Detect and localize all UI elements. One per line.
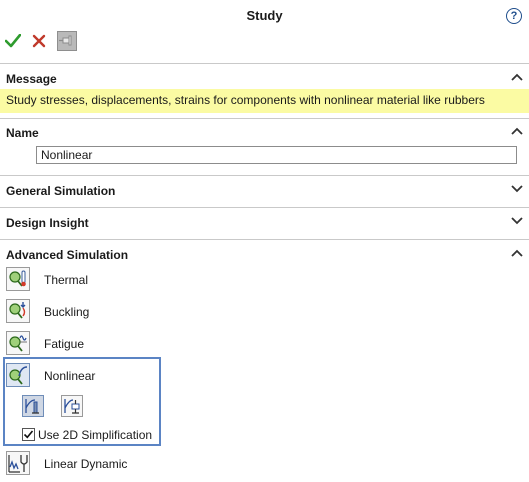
linear-dynamic-study-icon bbox=[8, 455, 28, 473]
help-icon[interactable]: ? bbox=[506, 8, 522, 24]
fatigue-study-label[interactable]: Fatigue bbox=[44, 337, 84, 351]
chevron-up-icon[interactable] bbox=[510, 71, 524, 83]
separator bbox=[0, 175, 529, 176]
thermal-study-icon bbox=[9, 270, 26, 287]
use-2d-simplification-checkbox[interactable] bbox=[22, 428, 35, 441]
pushpin-button[interactable] bbox=[57, 31, 77, 51]
nonlinear-study-button[interactable] bbox=[6, 363, 30, 387]
chevron-down-icon[interactable] bbox=[510, 215, 524, 227]
panel-title: Study bbox=[246, 8, 283, 23]
buckling-study-icon bbox=[9, 302, 26, 319]
separator bbox=[0, 118, 529, 119]
thermal-study-label[interactable]: Thermal bbox=[44, 273, 88, 287]
thermal-study-button[interactable] bbox=[6, 267, 30, 291]
general-simulation-section-title[interactable]: General Simulation bbox=[6, 184, 115, 198]
study-name-input[interactable] bbox=[36, 146, 517, 164]
message-text: Study stresses, displacements, strains f… bbox=[6, 93, 485, 107]
chevron-down-icon[interactable] bbox=[510, 183, 524, 195]
linear-dynamic-study-label[interactable]: Linear Dynamic bbox=[44, 457, 127, 471]
ok-checkmark-icon[interactable] bbox=[5, 34, 21, 48]
pushpin-icon bbox=[59, 35, 72, 46]
nonlinear-static-icon bbox=[25, 399, 39, 414]
name-section-title: Name bbox=[6, 126, 39, 140]
cancel-x-icon[interactable] bbox=[32, 34, 46, 48]
chevron-up-icon[interactable] bbox=[510, 125, 524, 137]
advanced-simulation-section-title[interactable]: Advanced Simulation bbox=[6, 248, 128, 262]
chevron-up-icon[interactable] bbox=[510, 247, 524, 259]
buckling-study-label[interactable]: Buckling bbox=[44, 305, 89, 319]
use-2d-simplification-label[interactable]: Use 2D Simplification bbox=[38, 428, 152, 442]
fatigue-study-button[interactable] bbox=[6, 331, 30, 355]
nonlinear-dynamic-button[interactable] bbox=[61, 395, 83, 417]
checkmark-icon bbox=[23, 430, 34, 439]
separator bbox=[0, 207, 529, 208]
nonlinear-study-icon bbox=[9, 366, 28, 385]
nonlinear-study-label[interactable]: Nonlinear bbox=[44, 369, 95, 383]
separator bbox=[0, 239, 529, 240]
separator bbox=[0, 63, 529, 64]
message-box: Study stresses, displacements, strains f… bbox=[0, 89, 529, 113]
linear-dynamic-study-button[interactable] bbox=[6, 451, 30, 475]
fatigue-study-icon bbox=[9, 335, 27, 352]
nonlinear-static-button[interactable] bbox=[22, 395, 44, 417]
design-insight-section-title[interactable]: Design Insight bbox=[6, 216, 89, 230]
buckling-study-button[interactable] bbox=[6, 299, 30, 323]
message-section-title: Message bbox=[6, 72, 57, 86]
nonlinear-dynamic-icon bbox=[64, 399, 80, 414]
